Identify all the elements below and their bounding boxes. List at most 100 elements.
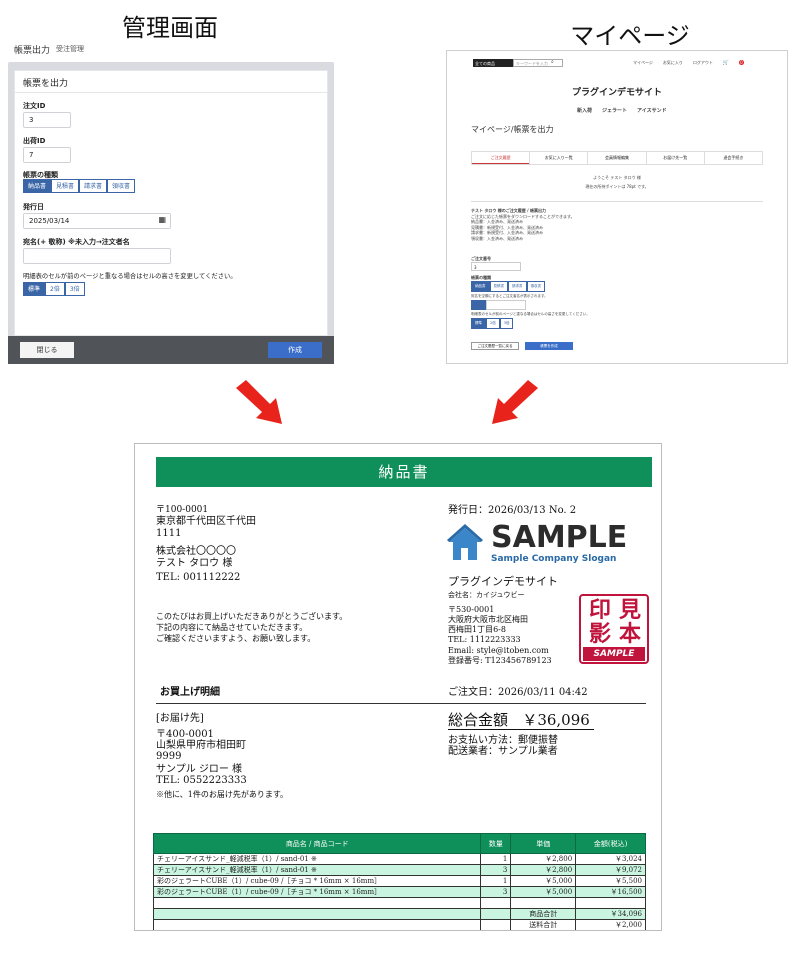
nav-logout-link[interactable]: ログアウト (693, 60, 713, 66)
logo-slogan: Sample Company Slogan (491, 554, 617, 564)
tab-withdraw[interactable]: 退会手続き (703, 152, 762, 164)
shop-tel: TEL: 1112223333 (448, 635, 521, 644)
cell-item: チェリーアイスサンド_軽減税率（1）/ sand-01 ※ (152, 853, 482, 865)
calendar-icon[interactable]: ▦ (158, 215, 166, 224)
admin-header-title: 帳票出力 (14, 45, 51, 56)
row-height-double-button[interactable]: 2倍 (45, 282, 65, 296)
mp-row-opts: 標準 2倍 3倍 (471, 318, 514, 329)
row-height-button-group: 標準 2倍 3倍 (23, 282, 85, 296)
menu-gelato-link[interactable]: ジェラート (602, 107, 627, 114)
search-icon[interactable]: ⌕ (551, 59, 554, 65)
greeting-line-3: ご確認くださいますよう、お願い致します。 (156, 634, 316, 643)
admin-caption: 管理画面 (122, 14, 218, 42)
shop-postal: 〒530-0001 (448, 605, 495, 614)
close-button[interactable]: 閉じる (20, 342, 74, 358)
cell-price: ￥5,000 (510, 886, 577, 898)
cell-qty: 1 (480, 853, 512, 865)
table-row: チェリーアイスサンド_軽減税率（1）/ sand-01 ※ 3 ￥2,800 ￥… (152, 864, 646, 876)
type-estimate-button[interactable]: 見積書 (51, 179, 80, 193)
mp-addressee-input[interactable] (471, 300, 486, 310)
cell-item: チェリーアイスサンド_軽減税率（1）/ sand-01 ※ (152, 864, 482, 876)
issue-date-label: 発行日 (23, 203, 44, 211)
table-header-row: 商品名 / 商品コード 数量 単価 金額(税込) (152, 833, 646, 854)
site-title[interactable]: プラグインデモサイト (447, 85, 787, 98)
site-menu: 新入荷 ジェラート アイスサンド (577, 107, 667, 114)
cell-qty (480, 897, 512, 909)
create-button[interactable]: 作成 (268, 342, 322, 358)
mp-type-estimate[interactable]: 見積書 (489, 281, 508, 292)
order-info-list: テスト タロウ 様のご注文履歴 / 帳票出力 ご注文に応じた帳票をダウンロードす… (471, 208, 575, 241)
welcome-text: ようこそ テスト タロウ 様 (593, 175, 641, 180)
mp-output-button[interactable]: 帳票を作成 (525, 342, 573, 350)
cell-item (152, 919, 482, 930)
mypage-page-title: マイページ/帳票を出力 (471, 125, 554, 134)
admin-modal: 帳票を出力 注文ID 3 出荷ID 7 帳票の種類 納品書 見積書 請求書 領収… (8, 62, 334, 364)
tab-member-edit[interactable]: 会員情報編集 (587, 152, 645, 164)
subtotal-label: 商品合計 (510, 908, 577, 920)
total-label: 総合金額 (448, 711, 509, 729)
issue-info: 発行日：2026/03/13 No. 2 (448, 505, 577, 516)
nav-favorite-link[interactable]: お気に入り (663, 60, 683, 66)
stamp-char: 印 (588, 597, 611, 623)
total-amount: 総合金額 ￥36,096 (448, 711, 594, 730)
mp-back-button[interactable]: ご注文履歴一覧に戻る (471, 342, 519, 350)
issue-date-input[interactable]: 2025/03/14 ▦ (23, 213, 171, 229)
table-row: 商品合計 ￥34,096 (152, 908, 646, 920)
menu-icesand-link[interactable]: アイスサンド (637, 107, 667, 114)
cell-qty: 3 (480, 864, 512, 876)
order-no-input[interactable]: 3 (471, 262, 521, 271)
mp-type-invoice[interactable]: 請求書 (508, 281, 527, 292)
row-height-standard-button[interactable]: 標準 (23, 282, 46, 296)
mp-row-standard[interactable]: 標準 (471, 318, 486, 329)
customer-addr1: 東京都千代田区千代田 (156, 516, 256, 527)
tab-order-history[interactable]: ご注文履歴 (472, 152, 530, 164)
cell-item (152, 897, 482, 909)
table-row: チェリーアイスサンド_軽減税率（1）/ sand-01 ※ 1 ￥2,800 ￥… (152, 853, 646, 865)
mp-row-triple[interactable]: 3倍 (499, 318, 514, 329)
addressee-input[interactable] (23, 248, 171, 264)
type-receipt-button[interactable]: 領収書 (107, 179, 136, 193)
shipping-total-value: ￥2,000 (575, 919, 646, 930)
row-height-triple-button[interactable]: 3倍 (64, 282, 85, 296)
admin-form-card: 帳票を出力 注文ID 3 出荷ID 7 帳票の種類 納品書 見積書 請求書 領収… (14, 70, 328, 336)
section-divider (156, 703, 646, 704)
ship-postal: 〒400-0001 (156, 729, 214, 740)
logo-text: SAMPLE (491, 520, 628, 555)
table-row (152, 897, 646, 909)
mp-addressee-field[interactable] (485, 300, 526, 310)
shipping-id-input[interactable]: 7 (23, 147, 71, 163)
shop-registration: 登録番号: T123456789123 (448, 656, 552, 665)
mp-row-double[interactable]: 2倍 (486, 318, 500, 329)
order-id-label: 注文ID (23, 102, 46, 110)
mp-type-receipt[interactable]: 領収書 (526, 281, 545, 292)
mp-type-delivery[interactable]: 納品書 (471, 281, 490, 292)
nav-mypage-link[interactable]: マイページ (633, 60, 653, 66)
cart-icon[interactable]: 🛒 (723, 60, 729, 66)
menu-new-link[interactable]: 新入荷 (577, 107, 592, 114)
mypage-nav: マイページ お気に入り ログアウト 🛒 0 (633, 60, 744, 66)
admin-footer: 閉じる 作成 (8, 336, 334, 364)
issue-date-value: 2025/03/14 (29, 217, 70, 225)
stamp-sample-label: SAMPLE (583, 647, 645, 661)
ship-addr2: 9999 (156, 751, 182, 762)
arrow-down-left-icon (492, 380, 538, 424)
search-input[interactable]: キーワードを入力 (513, 59, 563, 67)
table-row: 彩のジェラートCUBE（1）/ cube-09 /［チョコ * 16mm × 1… (152, 886, 646, 898)
document-title: 納品書 (156, 457, 652, 487)
shop-email: Email: style@itoben.com (448, 646, 549, 655)
search-category-select[interactable]: 全ての商品 (473, 59, 513, 67)
order-id-input[interactable]: 3 (23, 112, 71, 128)
type-invoice-button[interactable]: 請求書 (79, 179, 108, 193)
table-row: 送料合計 ￥2,000 (152, 919, 646, 930)
cell-price: ￥2,800 (510, 864, 577, 876)
customer-company: 株式会社〇〇〇〇 (156, 546, 236, 557)
cell-amount (575, 897, 646, 909)
cell-amount: ￥5,500 (575, 875, 646, 887)
tab-delivery-list[interactable]: お届け先一覧 (645, 152, 704, 164)
shop-addr1: 大阪府大阪市北区梅田 (448, 615, 528, 624)
carrier: 配送業者：サンプル業者 (448, 746, 558, 757)
shop-name: プラグインデモサイト (448, 575, 558, 588)
tab-favorites[interactable]: お気に入り一覧 (529, 152, 587, 164)
type-delivery-button[interactable]: 納品書 (23, 179, 52, 193)
customer-addr2: 1111 (156, 528, 182, 539)
